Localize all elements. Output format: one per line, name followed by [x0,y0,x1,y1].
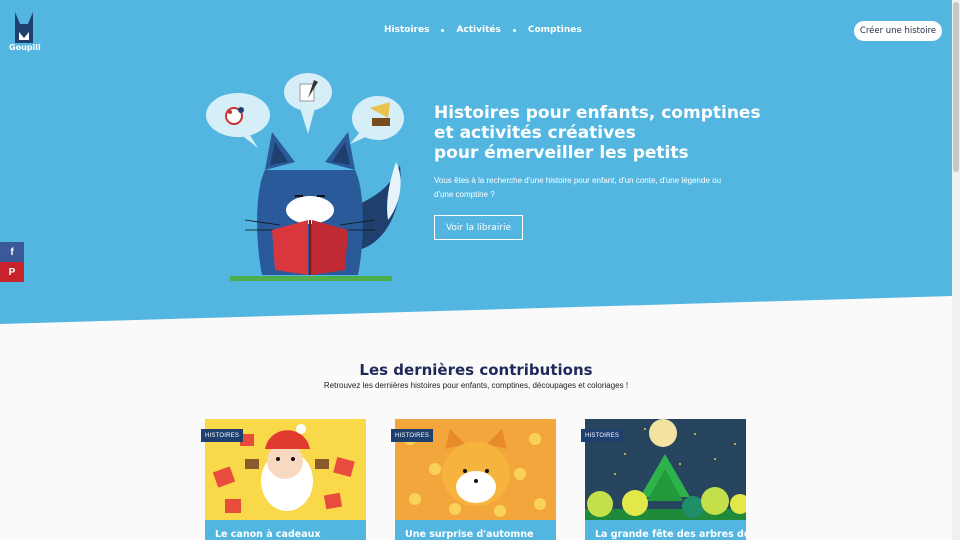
nav-activites[interactable]: Activités [456,25,500,35]
logo-text[interactable]: Goupili [9,43,41,52]
hero-title-line-1: Histoires pour enfants, comptines [434,103,761,123]
paint-bubble-icon [206,93,270,148]
hero-background [0,0,952,324]
section-subtitle: Retrouvez les dernières histoires pour e… [323,381,629,390]
category-tag: HISTOIRES [201,429,244,442]
main-nav: Histoires Activités Comptines [384,25,582,35]
card-title[interactable]: La grande fête des arbres de la [585,520,746,540]
quill-bubble-icon [284,73,332,134]
nav-separator [441,28,445,32]
nav-comptines[interactable]: Comptines [528,25,582,35]
nav-separator [512,28,516,32]
hero-title-line-2: et activités créatives [434,123,636,143]
section-title: Les dernières contributions [359,361,593,379]
gramophone-bubble-icon [350,96,404,144]
card-title[interactable]: Une surprise d'automne [395,520,556,540]
hero-title-line-3: pour émerveiller les petits [434,143,689,163]
hero-subtitle: Vous êtes à la recherche d'une histoire … [434,176,722,199]
view-library-button[interactable]: Voir la librairie [434,215,523,240]
create-story-button[interactable]: Créer une histoire [854,21,942,41]
nav-histoires[interactable]: Histoires [384,25,429,35]
facebook-share-icon[interactable]: f [0,242,24,262]
card-title[interactable]: Le canon à cadeaux [205,520,366,540]
hero-title: Histoires pour enfants, comptines et act… [434,103,761,163]
fox-reading-illustration [206,73,404,281]
category-tag: HISTOIRES [391,429,434,442]
category-tag: HISTOIRES [581,429,624,442]
scrollbar-thumb[interactable] [953,2,959,172]
pinterest-share-icon[interactable]: P [0,262,24,282]
